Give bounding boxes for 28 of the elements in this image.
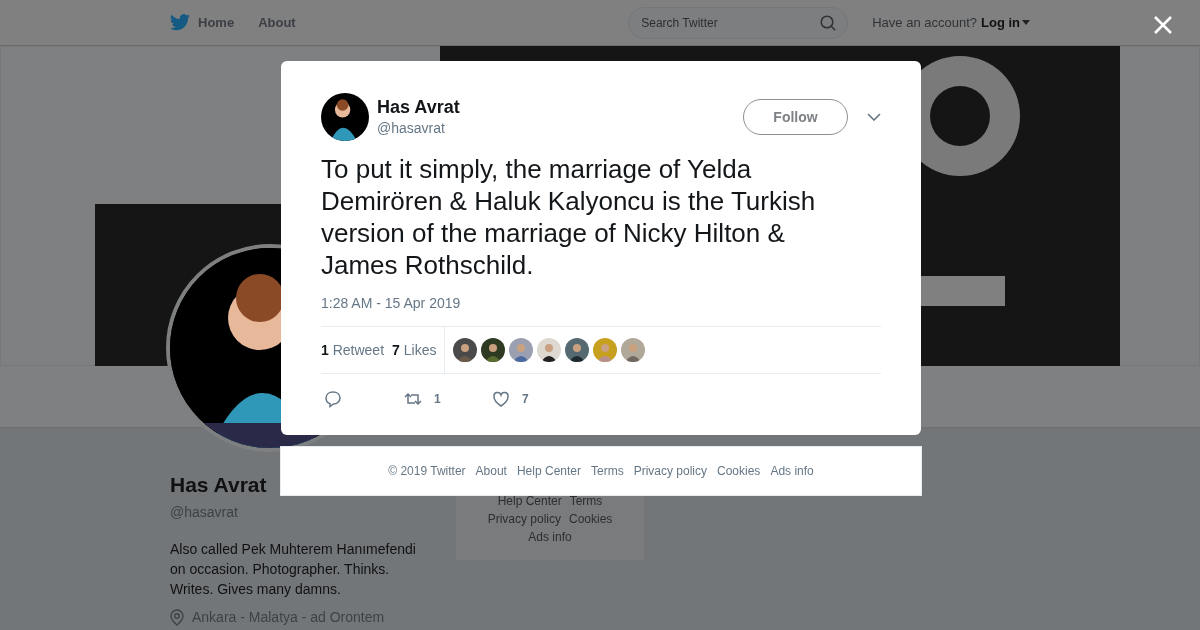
heart-icon (492, 390, 510, 408)
footer-link[interactable]: Privacy policy (633, 462, 707, 480)
search-field[interactable]: Search Twitter (628, 6, 849, 39)
reply-icon (324, 390, 342, 408)
footer-link[interactable]: Privacy policy (487, 510, 561, 528)
footer-link[interactable]: Ads info (770, 462, 814, 480)
search-icon[interactable] (820, 14, 837, 31)
footer-link[interactable]: Cookies (717, 462, 761, 480)
account-prompt: Have an account? (872, 13, 977, 32)
footer-link[interactable]: About (475, 462, 507, 480)
bird-logo-icon[interactable] (170, 14, 190, 31)
location-pin-icon (170, 609, 184, 626)
footer-link[interactable]: Ads info (528, 528, 572, 546)
footer-link[interactable]: Help Center (497, 492, 562, 510)
footer-link[interactable]: Terms (569, 492, 603, 510)
nav-link[interactable]: About (258, 12, 296, 33)
caret-icon (1022, 20, 1030, 25)
profile-bio: Also called Pek Muhterem Hanımefendi on occasion. Photographer. Thinks. Writes. Gives many damns. (170, 540, 417, 599)
profile-name: Has Avrat (170, 472, 268, 498)
nav-link[interactable]: Home (198, 12, 235, 33)
footer-link[interactable]: Cookies (569, 510, 613, 528)
action-button[interactable]: 1 (404, 390, 492, 408)
footer-link[interactable]: Terms (591, 462, 624, 480)
action-button[interactable]: 7 (492, 390, 580, 408)
retweet-icon (404, 390, 422, 408)
copyright-text: © 2019 Twitter (388, 463, 466, 480)
login-link[interactable]: Log in (981, 12, 1030, 33)
footer-link[interactable]: Help Center (516, 462, 581, 480)
